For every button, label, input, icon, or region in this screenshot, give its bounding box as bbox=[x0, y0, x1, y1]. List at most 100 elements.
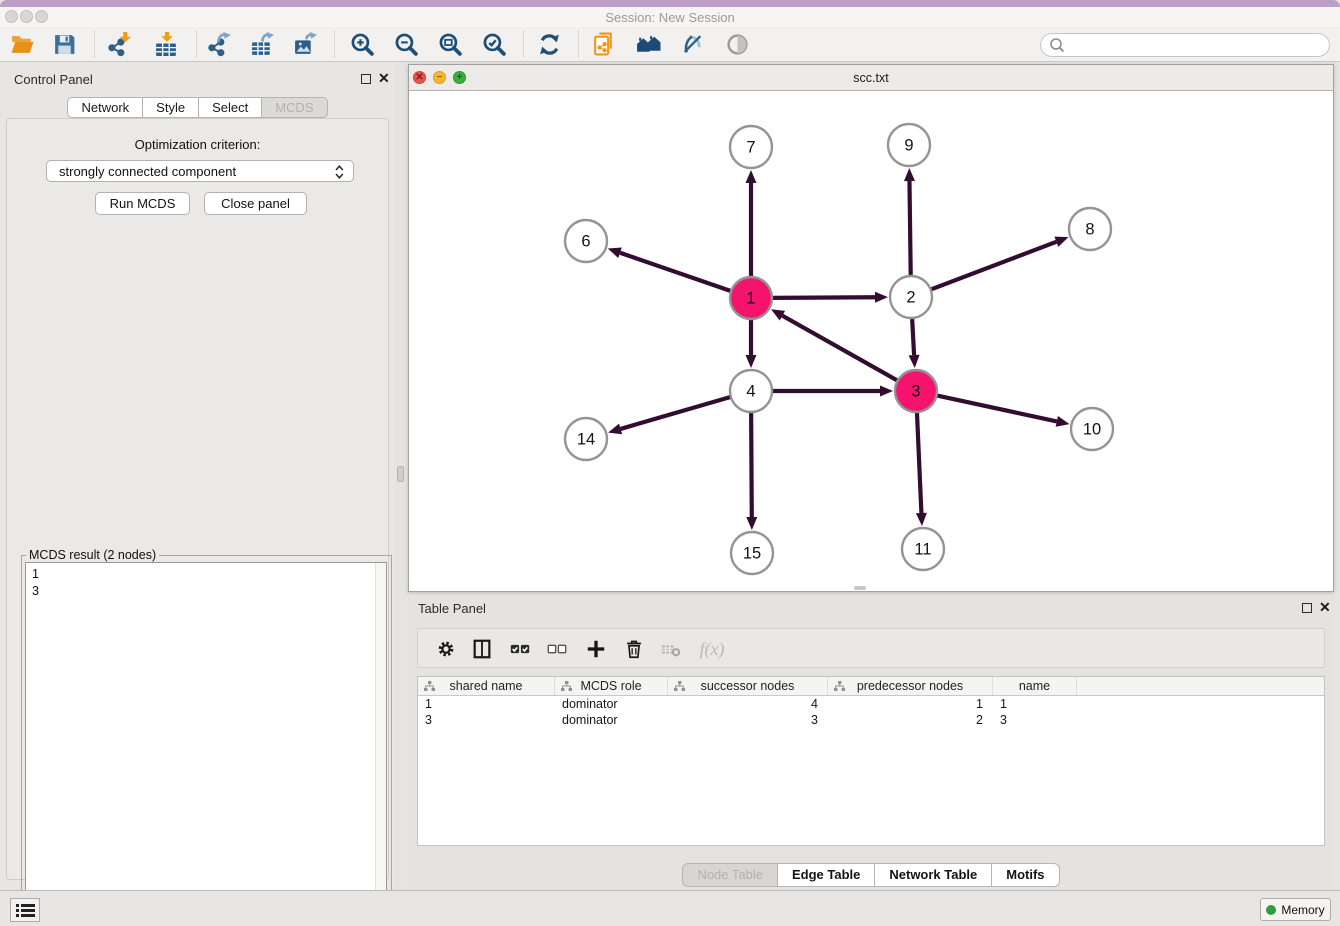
search-input[interactable] bbox=[1071, 38, 1329, 52]
table-panel: Table Panel ✕ f(x) shared nameMCDS roles… bbox=[408, 595, 1334, 890]
select-all-button[interactable] bbox=[507, 636, 533, 662]
table-cell[interactable]: 3 bbox=[993, 713, 1077, 727]
save-session-button[interactable] bbox=[51, 31, 77, 57]
edge-4-14[interactable] bbox=[621, 397, 731, 429]
tab-edge-table[interactable]: Edge Table bbox=[778, 863, 875, 887]
edge-2-9[interactable] bbox=[909, 181, 910, 276]
tab-select[interactable]: Select bbox=[199, 97, 262, 118]
tab-motifs[interactable]: Motifs bbox=[992, 863, 1059, 887]
network-list-button[interactable] bbox=[10, 898, 40, 922]
column-type-icon bbox=[674, 681, 685, 692]
column-header-shared-name[interactable]: shared name bbox=[418, 677, 555, 695]
tab-style[interactable]: Style bbox=[143, 97, 199, 118]
column-header-successor-nodes[interactable]: successor nodes bbox=[668, 677, 828, 695]
criterion-select[interactable]: strongly connected component bbox=[46, 160, 354, 182]
export-image-button[interactable] bbox=[292, 31, 318, 57]
float-panel-icon[interactable] bbox=[361, 74, 371, 84]
table-cell[interactable]: dominator bbox=[555, 697, 668, 711]
select-all-icon bbox=[509, 638, 531, 660]
table-row[interactable]: 3dominator323 bbox=[418, 712, 1324, 728]
table-row[interactable]: 1dominator411 bbox=[418, 696, 1324, 712]
open-file-icon bbox=[10, 32, 35, 57]
mcds-result-textarea[interactable]: 13 bbox=[25, 562, 387, 926]
table-cell[interactable]: 1 bbox=[993, 697, 1077, 711]
column-header-predecessor-nodes[interactable]: predecessor nodes bbox=[828, 677, 993, 695]
mcds-result-lines: 13 bbox=[26, 563, 386, 603]
column-header-MCDS-role[interactable]: MCDS role bbox=[555, 677, 668, 695]
float-table-panel-icon[interactable] bbox=[1302, 603, 1312, 613]
add-column-icon bbox=[585, 638, 607, 660]
column-view-button[interactable] bbox=[469, 636, 495, 662]
network-canvas[interactable]: 1234678910111415 bbox=[409, 91, 1333, 591]
mcds-panel: Optimization criterion: strongly connect… bbox=[6, 118, 389, 880]
table-cell[interactable]: dominator bbox=[555, 713, 668, 727]
home-networks-button[interactable] bbox=[635, 31, 661, 57]
import-network-icon bbox=[107, 32, 132, 57]
table-cell[interactable]: 2 bbox=[828, 713, 993, 727]
tab-mcds[interactable]: MCDS bbox=[262, 97, 327, 118]
memory-button[interactable]: Memory bbox=[1260, 898, 1331, 921]
table-cell[interactable]: 3 bbox=[418, 713, 555, 727]
edge-3-11[interactable] bbox=[917, 412, 921, 513]
result-scrollbar[interactable] bbox=[375, 563, 386, 926]
birds-eye-icon bbox=[725, 32, 750, 57]
export-table-button[interactable] bbox=[249, 31, 275, 57]
edge-2-3[interactable] bbox=[912, 318, 914, 355]
toolbar-separator bbox=[94, 31, 95, 57]
edge-arrowhead bbox=[880, 386, 893, 397]
edge-arrowhead bbox=[608, 424, 622, 435]
canvas-scroll-nub[interactable] bbox=[854, 586, 866, 590]
main-toolbar bbox=[0, 27, 1340, 62]
column-header-name[interactable]: name bbox=[993, 677, 1077, 695]
edge-4-15[interactable] bbox=[751, 412, 752, 517]
zoom-selected-icon bbox=[482, 32, 507, 57]
table-settings-button[interactable] bbox=[433, 636, 459, 662]
tab-network-table[interactable]: Network Table bbox=[875, 863, 992, 887]
hide-details-button[interactable] bbox=[679, 31, 705, 57]
import-table-icon bbox=[154, 32, 179, 57]
edge-arrowhead bbox=[904, 168, 915, 181]
table-cell[interactable]: 1 bbox=[828, 697, 993, 711]
tab-network[interactable]: Network bbox=[67, 97, 143, 118]
export-table-icon bbox=[250, 32, 275, 57]
add-column-button[interactable] bbox=[583, 636, 609, 662]
edge-2-8[interactable] bbox=[931, 242, 1057, 290]
function-builder-icon: f(x) bbox=[700, 639, 725, 660]
edge-1-6[interactable] bbox=[620, 253, 731, 291]
tab-node-table[interactable]: Node Table bbox=[682, 863, 778, 887]
node-label-7: 7 bbox=[746, 139, 755, 157]
zoom-fit-button[interactable] bbox=[437, 31, 463, 57]
close-panel-icon[interactable]: ✕ bbox=[378, 70, 390, 86]
function-builder-button[interactable]: f(x) bbox=[694, 636, 730, 662]
hide-details-icon bbox=[680, 32, 705, 57]
edge-3-1[interactable] bbox=[782, 316, 897, 381]
table-cell[interactable]: 3 bbox=[668, 713, 828, 727]
column-type-icon bbox=[561, 681, 572, 692]
edge-1-2[interactable] bbox=[772, 297, 875, 298]
panel-splitter-handle[interactable] bbox=[397, 466, 404, 482]
export-image-icon bbox=[293, 32, 318, 57]
edge-arrowhead bbox=[746, 170, 757, 183]
delete-table-button[interactable] bbox=[658, 636, 684, 662]
zoom-selected-button[interactable] bbox=[481, 31, 507, 57]
status-bar: Memory bbox=[0, 890, 1340, 926]
close-panel-button[interactable]: Close panel bbox=[204, 192, 307, 215]
delete-column-button[interactable] bbox=[621, 636, 647, 662]
table-cell[interactable]: 1 bbox=[418, 697, 555, 711]
open-file-button[interactable] bbox=[9, 31, 35, 57]
close-table-panel-icon[interactable]: ✕ bbox=[1319, 599, 1331, 615]
import-table-button[interactable] bbox=[153, 31, 179, 57]
edge-3-10[interactable] bbox=[937, 395, 1057, 421]
zoom-out-button[interactable] bbox=[393, 31, 419, 57]
import-network-button[interactable] bbox=[106, 31, 132, 57]
zoom-in-button[interactable] bbox=[349, 31, 375, 57]
table-cell[interactable]: 4 bbox=[668, 697, 828, 711]
birds-eye-button[interactable] bbox=[724, 31, 750, 57]
refresh-button[interactable] bbox=[536, 31, 562, 57]
deselect-all-button[interactable] bbox=[544, 636, 570, 662]
clone-network-button[interactable] bbox=[591, 31, 617, 57]
search-box[interactable] bbox=[1040, 33, 1330, 57]
run-mcds-button[interactable]: Run MCDS bbox=[95, 192, 190, 215]
export-network-button[interactable] bbox=[206, 31, 232, 57]
network-window-titlebar[interactable]: ✕ − + scc.txt bbox=[409, 65, 1333, 91]
